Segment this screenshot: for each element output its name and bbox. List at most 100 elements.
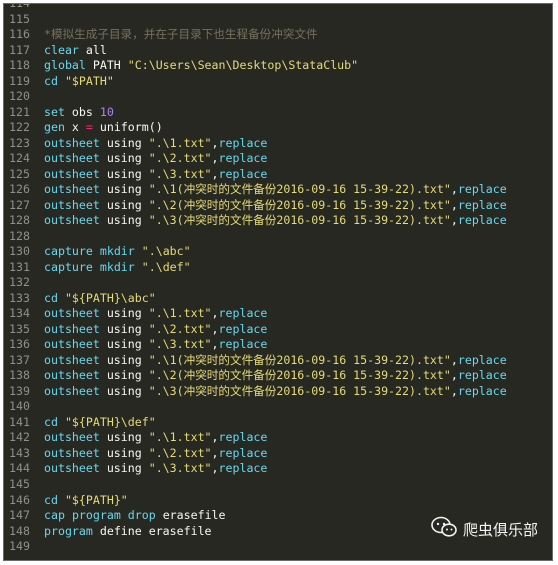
code-line[interactable]: 117 clear all: [4, 43, 552, 59]
code-line[interactable]: 137 outsheet using ".\1(冲突时的文件备份2016-09-1…: [4, 353, 552, 369]
code-line[interactable]: 127 outsheet using ".\2(冲突时的文件备份2016-09-1…: [4, 198, 552, 214]
code-line[interactable]: 135 outsheet using ".\2.txt",replace: [4, 322, 552, 338]
line-number: 147: [9, 508, 30, 523]
code-token: capture: [44, 259, 93, 274]
code-text: outsheet using ".\2.txt",replace: [44, 151, 267, 165]
code-line[interactable]: 120: [4, 89, 552, 105]
code-line[interactable]: 143 outsheet using ".\2.txt",replace: [4, 446, 552, 462]
code-line[interactable]: 136 outsheet using ".\3.txt",replace: [4, 337, 552, 353]
code-line[interactable]: 125 outsheet using ".\3.txt",replace: [4, 167, 552, 183]
code-line[interactable]: 122 gen x = uniform(): [4, 120, 552, 136]
line-number: 141: [9, 414, 30, 429]
code-line[interactable]: 131 capture mkdir ".\def": [4, 260, 552, 276]
code-token: "$PATH": [64, 73, 114, 88]
code-line[interactable]: 146 cd "${PATH}": [4, 493, 552, 509]
code-token: replace: [218, 445, 268, 460]
line-number: 128: [9, 213, 30, 228]
code-line[interactable]: 121 set obs 10: [4, 105, 552, 121]
code-token: using: [99, 461, 149, 476]
code-line[interactable]: 128 outsheet using ".\3(冲突时的文件备份2016-09-1…: [4, 213, 552, 229]
code-line[interactable]: 139 outsheet using ".\3(冲突时的文件备份2016-09-1…: [4, 384, 552, 400]
code-line[interactable]: 142 outsheet using ".\1.txt",replace: [4, 430, 552, 446]
code-token: using: [99, 135, 149, 150]
code-token: ".\3.txt": [148, 337, 212, 352]
code-token: using: [99, 306, 149, 321]
code-line[interactable]: 141 cd "${PATH}\def": [4, 415, 552, 431]
code-token: clear: [44, 42, 79, 57]
code-line[interactable]: 126 outsheet using ".\1(冲突时的文件备份2016-09-1…: [4, 182, 552, 198]
code-token: 10: [99, 104, 114, 119]
code-token: "${PATH}": [64, 492, 128, 507]
code-line[interactable]: 114: [4, 4, 552, 12]
code-token: outsheet: [44, 197, 100, 212]
code-line[interactable]: 134 outsheet using ".\1.txt",replace: [4, 306, 552, 322]
code-token: ,: [450, 197, 458, 212]
code-token: ,: [450, 352, 458, 367]
code-text: gen x = uniform(): [44, 120, 163, 134]
code-text: outsheet using ".\3(冲突时的文件备份2016-09-16 1…: [44, 384, 507, 398]
watermark: 爬虫俱乐部: [431, 516, 538, 542]
code-token: replace: [218, 321, 268, 336]
code-line[interactable]: 115: [4, 12, 552, 28]
line-number: 136: [9, 337, 30, 352]
code-token: ".\3.txt": [148, 461, 212, 476]
code-token: PATH: [85, 58, 128, 73]
code-line[interactable]: 118 global PATH "C:\Users\Sean\Desktop\St…: [4, 58, 552, 74]
line-number: 119: [9, 73, 30, 88]
code-token: ".\1.txt": [148, 430, 212, 445]
line-number: 130: [9, 244, 30, 259]
code-token: cd: [44, 414, 58, 429]
code-token: replace: [457, 368, 507, 383]
code-text: outsheet using ".\3.txt",replace: [44, 461, 267, 475]
code-line[interactable]: 116 *模拟生成子目录，并在子目录下也生程备份冲突文件: [4, 27, 552, 43]
code-line[interactable]: 145: [4, 477, 552, 493]
line-number: 116: [9, 27, 30, 42]
line-number: 131: [9, 259, 30, 274]
code-line[interactable]: 128: [4, 229, 552, 245]
code-text: outsheet using ".\3(冲突时的文件备份2016-09-16 1…: [44, 213, 507, 227]
code-token: ,: [450, 182, 458, 197]
code-token: outsheet: [44, 306, 100, 321]
code-line[interactable]: 133 cd "${PATH}\abc": [4, 291, 552, 307]
code-text: outsheet using ".\2.txt",replace: [44, 446, 267, 460]
code-token: erasefile: [155, 508, 226, 523]
code-line[interactable]: 119 cd "$PATH": [4, 74, 552, 90]
code-token: replace: [457, 352, 507, 367]
code-token: replace: [457, 213, 507, 228]
code-line[interactable]: 138 outsheet using ".\2(冲突时的文件备份2016-09-1…: [4, 368, 552, 384]
code-token: replace: [457, 182, 507, 197]
code-token: outsheet: [44, 321, 100, 336]
code-token: outsheet: [44, 166, 100, 181]
code-text: outsheet using ".\1.txt",replace: [44, 430, 267, 444]
code-token: using: [99, 197, 149, 212]
code-text: cd "${PATH}\abc": [44, 291, 156, 305]
line-number: 118: [9, 58, 30, 73]
code-line[interactable]: 140: [4, 399, 552, 415]
code-token: outsheet: [44, 151, 100, 166]
code-line[interactable]: 124 outsheet using ".\2.txt",replace: [4, 151, 552, 167]
code-token: ,: [211, 306, 219, 321]
line-number: 139: [9, 383, 30, 398]
code-line[interactable]: 132: [4, 275, 552, 291]
code-token: ".\def": [141, 259, 191, 274]
code-lines: 114 115 116 *模拟生成子目录，并在子目录下也生程备份冲突文件 117 clea…: [4, 4, 552, 555]
code-token: ".\1(冲突时的文件备份2016-09-16 15-39-22).txt": [148, 352, 451, 367]
code-token: cd: [44, 492, 58, 507]
code-line[interactable]: 123 outsheet using ".\1.txt",replace: [4, 136, 552, 152]
code-text: outsheet using ".\2(冲突时的文件备份2016-09-16 1…: [44, 198, 507, 212]
line-number: 128: [9, 228, 30, 243]
code-token: set: [44, 104, 65, 119]
line-number: 124: [9, 151, 30, 166]
code-line[interactable]: 144 outsheet using ".\3.txt",replace: [4, 461, 552, 477]
code-token: ,: [211, 430, 219, 445]
code-text: outsheet using ".\1.txt",replace: [44, 136, 267, 150]
code-text: set obs 10: [44, 105, 114, 119]
code-token: ".\3(冲突时的文件备份2016-09-16 15-39-22).txt": [148, 213, 451, 228]
code-token: x: [64, 120, 86, 135]
code-editor[interactable]: 114 115 116 *模拟生成子目录，并在子目录下也生程备份冲突文件 117 clea…: [3, 3, 553, 561]
code-line[interactable]: 130 capture mkdir ".\abc": [4, 244, 552, 260]
line-number: 142: [9, 430, 30, 445]
line-number: 120: [9, 89, 30, 104]
